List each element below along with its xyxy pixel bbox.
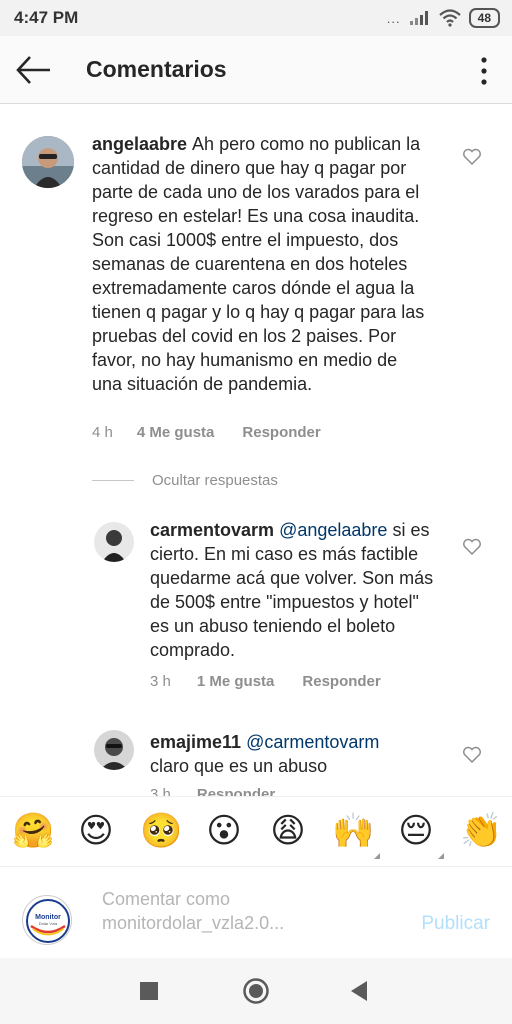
system-nav-bar (0, 958, 512, 1024)
avatar[interactable] (94, 730, 134, 770)
reply-time: 3 h (150, 786, 171, 796)
reply-text: carmentovarm @angelaabre si es cierto. En… (150, 518, 440, 662)
avatar-photo-icon (22, 136, 74, 188)
like-heart-icon[interactable] (462, 538, 482, 556)
hugging-face-emoji[interactable]: 🤗 (12, 811, 54, 851)
comment-likes[interactable]: 4 Me gusta (137, 424, 215, 441)
publish-button[interactable]: Publicar (421, 913, 490, 935)
notification-dots-icon: ... (386, 10, 401, 26)
reply-meta: 3 h Responder (150, 786, 275, 796)
like-heart-icon[interactable] (462, 148, 482, 166)
avatar[interactable] (22, 136, 74, 188)
avatar-photo-icon (94, 730, 134, 770)
reply-username[interactable]: carmentovarm (150, 520, 274, 540)
status-time: 4:47 PM (14, 8, 79, 27)
comment-meta: 4 h 4 Me gusta Responder (92, 424, 321, 441)
my-avatar: Monitor Dolar Vzla (22, 895, 72, 945)
status-icons: ... 48 (387, 7, 500, 29)
hide-replies-label: Ocultar respuestas (152, 472, 278, 489)
comment-text: angelaabre Ah pero como no publican la ca… (92, 132, 432, 396)
raising-hands-emoji-char: 🙌 (332, 811, 375, 851)
avatar-photo-icon (94, 522, 134, 562)
clapping-hands-emoji[interactable]: 👏 (460, 811, 502, 851)
skin-tone-indicator-icon (438, 853, 444, 859)
logo-text: Monitor (35, 914, 61, 921)
heart-eyes-emoji[interactable]: 😍 (76, 811, 116, 851)
logo-subtext: Dolar Vzla (39, 921, 58, 926)
reply-mention[interactable]: @angelaabre (279, 520, 387, 540)
hide-replies-toggle[interactable]: Ocultar respuestas (92, 472, 278, 489)
comment-time: 4 h (92, 424, 113, 441)
monitor-dolar-logo-icon: Monitor Dolar Vzla (26, 899, 70, 943)
reply-body: si es cierto. En mi caso es más factible… (150, 520, 434, 660)
back-triangle-icon[interactable] (350, 980, 368, 1002)
more-vertical-icon[interactable] (478, 54, 490, 88)
signal-icon (409, 11, 428, 25)
reply-text: emajime11 @carmentovarm claro que es un ab… (150, 730, 440, 778)
reply-button[interactable]: Responder (302, 673, 380, 690)
comment-composer: Monitor Dolar Vzla Comentar como monitor… (0, 866, 512, 958)
app-header: Comentarios (0, 36, 512, 104)
reply-body: claro que es un abuso (150, 756, 328, 776)
pensive-face-emoji[interactable]: 😔 (396, 811, 444, 859)
home-circle-icon[interactable] (242, 977, 270, 1005)
reply-username[interactable]: emajime11 (150, 732, 241, 752)
comment-username[interactable]: angelaabre (92, 134, 187, 154)
pleading-face-emoji[interactable]: 🥺 (140, 811, 182, 851)
recents-square-icon[interactable] (140, 982, 158, 1000)
emoji-quick-bar: 🤗 😍 🥺 😮 😩 🙌 😔 👏 (0, 796, 512, 866)
comment-body: Ah pero como no publican la cantidad de … (92, 134, 425, 394)
pensive-face-emoji-char: 😔 (398, 811, 434, 851)
reply-likes[interactable]: 1 Me gusta (197, 673, 275, 690)
reply-item: emajime11 @carmentovarm claro que es un ab… (0, 728, 512, 796)
skin-tone-indicator-icon (374, 853, 380, 859)
surprised-face-emoji[interactable]: 😮 (204, 811, 244, 851)
battery-icon: 48 (468, 8, 500, 28)
comment-item: angelaabre Ah pero como no publican la ca… (0, 130, 512, 450)
avatar[interactable] (94, 522, 134, 562)
page-title: Comentarios (86, 56, 227, 82)
reply-mention[interactable]: @carmentovarm (246, 732, 379, 752)
raising-hands-emoji[interactable]: 🙌 (332, 811, 380, 859)
arrow-left-icon[interactable] (14, 52, 54, 88)
wifi-icon (438, 9, 461, 27)
weary-face-emoji[interactable]: 😩 (268, 811, 308, 851)
reply-time: 3 h (150, 673, 171, 690)
reply-button[interactable]: Responder (197, 786, 275, 796)
reply-item: carmentovarm @angelaabre si es cierto. En… (0, 518, 512, 698)
status-bar: 4:47 PM ... 48 (0, 0, 512, 36)
divider (92, 480, 134, 481)
like-heart-icon[interactable] (462, 746, 482, 764)
reply-meta: 3 h 1 Me gusta Responder (150, 673, 381, 690)
reply-button[interactable]: Responder (242, 424, 320, 441)
comment-input[interactable]: Comentar como monitordolar_vzla2.0... (102, 887, 392, 935)
